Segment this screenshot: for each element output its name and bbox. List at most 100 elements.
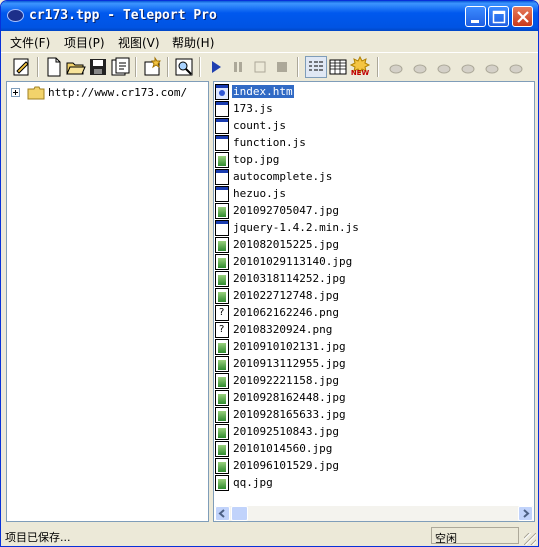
file-name: 201096101529.jpg xyxy=(233,459,339,472)
filter-button-6[interactable] xyxy=(505,56,527,78)
wizard-icon xyxy=(144,56,161,76)
file-name: qq.jpg xyxy=(233,476,273,489)
script-file-icon xyxy=(215,169,229,185)
save-button[interactable] xyxy=(87,56,109,78)
file-name: 2010318114252.jpg xyxy=(233,272,346,285)
script-file-icon xyxy=(215,135,229,151)
script-file-icon xyxy=(215,118,229,134)
image-file-icon xyxy=(215,390,229,406)
status-state: 空闲 xyxy=(435,532,457,545)
resize-grip[interactable] xyxy=(524,533,536,545)
file-name: count.js xyxy=(233,119,286,132)
image-file-icon xyxy=(215,254,229,270)
status-bar: 项目已保存... 空闲 xyxy=(1,525,538,546)
chevron-left-icon xyxy=(218,509,225,518)
edit-button[interactable] xyxy=(11,56,33,78)
app-icon xyxy=(7,9,24,22)
image-file-icon xyxy=(215,288,229,304)
save-icon xyxy=(90,59,106,75)
file-name: 201092705047.jpg xyxy=(233,204,339,217)
image-file-icon xyxy=(215,373,229,389)
list-view-icon xyxy=(309,61,323,71)
filter-button-3[interactable] xyxy=(433,56,455,78)
scroll-right-button[interactable] xyxy=(518,506,533,521)
start-icon xyxy=(212,61,221,73)
status-message: 项目已保存... xyxy=(5,531,71,544)
image-file-icon xyxy=(215,203,229,219)
file-name: 2010928162448.jpg xyxy=(233,391,346,404)
file-name: 201082015225.jpg xyxy=(233,238,339,251)
image-file-icon xyxy=(215,152,229,168)
unknown-file-icon xyxy=(215,305,229,321)
image-file-icon xyxy=(215,237,229,253)
wizard-button[interactable] xyxy=(141,56,163,78)
browse-button[interactable] xyxy=(173,56,195,78)
filter-button-1[interactable] xyxy=(385,56,407,78)
file-name: 20101029113140.jpg xyxy=(233,255,353,268)
teleport-window: cr173.tpp - Teleport Pro 文件(F) 项目(P) 视图(… xyxy=(0,0,539,547)
image-file-icon xyxy=(215,407,229,423)
menu-bar: 文件(F) 项目(P) 视图(V) 帮助(H) xyxy=(1,31,538,51)
menu-view[interactable]: 视图(V) xyxy=(118,34,160,51)
filter-button-2[interactable] xyxy=(409,56,431,78)
stop-all-icon xyxy=(277,62,287,72)
image-file-icon xyxy=(215,356,229,372)
project-tree[interactable]: http://www.cr173.com/ xyxy=(6,81,209,522)
file-name: index.htm xyxy=(232,85,294,98)
grid-view-button[interactable] xyxy=(327,56,349,78)
pause-icon xyxy=(234,62,242,72)
file-name: jquery-1.4.2.min.js xyxy=(233,221,359,234)
disc-icon xyxy=(461,64,475,74)
properties-button[interactable] xyxy=(109,56,131,78)
file-name: 201092221158.jpg xyxy=(233,374,339,387)
image-file-icon xyxy=(215,441,229,457)
file-name: 20101014560.jpg xyxy=(233,442,333,455)
file-list[interactable]: index.htm 173.js count.js function.js top.jp… xyxy=(213,81,535,522)
scroll-left-button[interactable] xyxy=(215,506,230,521)
menu-project[interactable]: 项目(P) xyxy=(64,34,105,51)
stop-button[interactable] xyxy=(249,56,271,78)
open-button[interactable] xyxy=(65,56,87,78)
menu-file[interactable]: 文件(F) xyxy=(10,34,50,51)
disc-icon xyxy=(509,64,523,74)
stop-all-button[interactable] xyxy=(271,56,293,78)
close-button[interactable] xyxy=(512,6,533,27)
horizontal-scrollbar[interactable] xyxy=(215,506,533,521)
window-title: cr173.tpp - Teleport Pro xyxy=(29,8,217,23)
maximize-button[interactable] xyxy=(488,6,509,27)
new-button[interactable] xyxy=(43,56,65,78)
file-name: 201022712748.jpg xyxy=(233,289,339,302)
properties-icon xyxy=(111,57,130,76)
pause-button[interactable] xyxy=(227,56,249,78)
edit-icon xyxy=(13,58,29,76)
open-icon xyxy=(66,62,86,75)
chevron-right-icon xyxy=(523,509,530,518)
filter-button-4[interactable] xyxy=(457,56,479,78)
maximize-icon xyxy=(492,10,506,24)
disc-icon xyxy=(485,64,499,74)
script-file-icon xyxy=(215,186,229,202)
scroll-thumb[interactable] xyxy=(231,506,248,521)
menu-help[interactable]: 帮助(H) xyxy=(172,34,214,51)
new-badge-icon: NEW xyxy=(349,56,371,77)
new-badge-button[interactable]: NEW xyxy=(349,56,371,78)
file-name: 20108320924.png xyxy=(233,323,333,336)
close-icon xyxy=(517,11,529,23)
title-bar[interactable]: cr173.tpp - Teleport Pro xyxy=(1,1,538,31)
list-view-button[interactable] xyxy=(305,56,327,78)
file-name: 201092510843.jpg xyxy=(233,425,339,438)
disc-icon xyxy=(413,64,427,74)
browse-icon xyxy=(175,58,193,76)
file-name: 2010928165633.jpg xyxy=(233,408,346,421)
stop-icon xyxy=(254,61,266,73)
minimize-icon xyxy=(471,20,479,23)
minimize-button[interactable] xyxy=(465,6,486,27)
script-file-icon xyxy=(215,220,229,236)
expand-icon[interactable] xyxy=(11,88,20,97)
status-panel: 空闲 xyxy=(431,527,519,545)
start-button[interactable] xyxy=(205,56,227,78)
image-file-icon xyxy=(215,271,229,287)
filter-button-5[interactable] xyxy=(481,56,503,78)
file-name: 201062162246.png xyxy=(233,306,339,319)
disc-icon xyxy=(437,64,451,74)
